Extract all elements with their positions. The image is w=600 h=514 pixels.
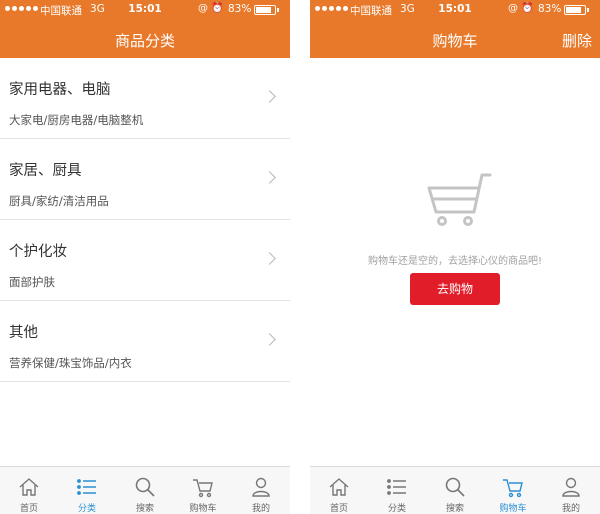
category-screen: 中国联通 3G 15:01 @ ⏰ 83% 商品分类 家用电器、电脑 大家电/厨… [0,0,290,514]
search-icon [445,477,465,497]
empty-cart-icon [427,173,492,226]
battery-icon [564,5,589,15]
page-title: 商品分类 [114,32,175,50]
category-list: 家用电器、电脑 大家电/厨房电器/电脑整机 家居、厨具 厨具/家纺/清洁用品 个… [0,58,290,382]
category-title: 家用电器、电脑 [9,82,111,98]
tab-profile[interactable]: 我的 [542,467,600,514]
go-shopping-button[interactable]: 去购物 [410,273,500,305]
cart-icon [503,479,523,498]
user-icon [252,477,270,497]
category-item-other[interactable]: 其他 营养保健/珠宝饰品/内衣 [0,301,290,382]
chevron-right-icon [263,90,276,103]
tab-search[interactable]: 搜索 [426,467,484,514]
alarm-icon: @ ⏰ [508,3,534,14]
category-subtitle: 厨具/家纺/清洁用品 [9,194,109,208]
tab-bar: 首页 分类 搜索 购物车 我的 [0,466,290,514]
search-icon [135,477,155,497]
tab-cart[interactable]: 购物车 [484,467,542,514]
delete-button[interactable]: 删除 [562,30,592,51]
tab-bar: 首页 分类 搜索 购物车 我的 [310,466,600,514]
tab-label: 搜索 [135,504,154,514]
tab-label: 首页 [329,504,348,514]
tab-search[interactable]: 搜索 [116,467,174,514]
tab-label: 我的 [251,504,270,514]
nav-bar: 商品分类 [0,20,290,58]
tab-category[interactable]: 分类 [58,467,116,514]
category-title: 其他 [9,325,38,341]
cart-icon [193,479,213,498]
carrier-label: 中国联通 [350,5,392,17]
tab-home[interactable]: 首页 [0,467,58,514]
chevron-right-icon [263,333,276,346]
tab-label: 我的 [561,504,580,514]
list-icon [387,479,406,495]
page-title: 购物车 [432,32,478,50]
tab-home[interactable]: 首页 [310,467,368,514]
tab-cart[interactable]: 购物车 [174,467,232,514]
nav-bar: 购物车 删除 [310,20,600,58]
signal-icon [5,6,38,11]
category-title: 个护化妆 [9,244,67,260]
alarm-icon: @ ⏰ [198,3,224,14]
category-item-home-kitchen[interactable]: 家居、厨具 厨具/家纺/清洁用品 [0,139,290,220]
list-icon [77,479,96,495]
status-bar: 中国联通 3G 15:01 @ ⏰ 83% [0,0,290,20]
category-subtitle: 面部护肤 [9,275,55,289]
category-title: 家居、厨具 [9,163,82,179]
chevron-right-icon [263,252,276,265]
battery-percent: 83% [228,3,252,15]
category-item-personal-care[interactable]: 个护化妆 面部护肤 [0,220,290,301]
category-item-appliances[interactable]: 家用电器、电脑 大家电/厨房电器/电脑整机 [0,58,290,139]
user-icon [562,477,580,497]
network-label: 3G [90,3,105,15]
battery-icon [254,5,279,15]
chevron-right-icon [263,171,276,184]
tab-label: 分类 [77,504,96,514]
home-icon [329,478,349,496]
tab-label: 搜索 [445,504,464,514]
network-label: 3G [400,3,415,15]
category-subtitle: 营养保健/珠宝饰品/内衣 [9,356,132,370]
category-subtitle: 大家电/厨房电器/电脑整机 [9,113,144,127]
tab-category[interactable]: 分类 [368,467,426,514]
empty-cart-message: 购物车还是空的，去选择心仪的商品吧! [367,256,542,267]
tab-profile[interactable]: 我的 [232,467,290,514]
tab-label: 首页 [19,504,38,514]
signal-icon [315,6,348,11]
tab-label: 购物车 [189,504,217,514]
battery-percent: 83% [538,3,562,15]
tab-label: 购物车 [499,504,527,514]
carrier-label: 中国联通 [40,5,82,17]
cart-screen: 中国联通 3G 15:01 @ ⏰ 83% 购物车 删除 购物车还是空的，去选择… [310,0,600,514]
home-icon [19,478,39,496]
status-bar: 中国联通 3G 15:01 @ ⏰ 83% [310,0,600,20]
tab-label: 分类 [387,504,406,514]
